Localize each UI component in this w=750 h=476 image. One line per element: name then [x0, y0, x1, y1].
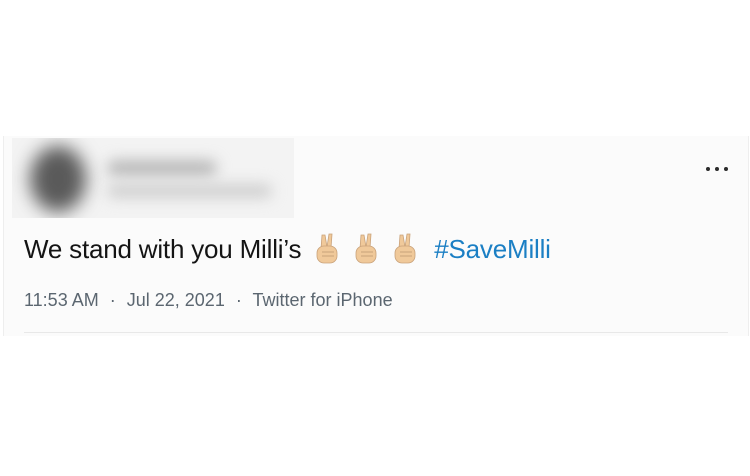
- tweet-text: We stand with you Milli’s #SaveMilli: [24, 232, 551, 266]
- tweet-date[interactable]: Jul 22, 2021: [127, 290, 225, 310]
- blurred-username: [107, 184, 272, 198]
- tweet-source[interactable]: Twitter for iPhone: [253, 290, 393, 310]
- victory-hand-icon: [355, 233, 377, 264]
- avatar: [30, 146, 86, 212]
- tweet-body: We stand with you Milli’s: [24, 233, 302, 264]
- more-options-icon[interactable]: [706, 158, 728, 180]
- more-dot: [715, 167, 719, 171]
- more-dot: [724, 167, 728, 171]
- divider: [24, 332, 728, 333]
- blurred-display-name: [107, 160, 217, 176]
- victory-hand-icon: [394, 233, 416, 264]
- meta-separator: ·: [109, 290, 116, 310]
- victory-hand-icon: [316, 233, 338, 264]
- tweet-card: We stand with you Milli’s #SaveMilli 11:…: [3, 136, 749, 336]
- tweet-time[interactable]: 11:53 AM: [24, 290, 99, 310]
- meta-separator: ·: [235, 290, 242, 310]
- hashtag-link[interactable]: #SaveMilli: [434, 234, 551, 265]
- more-dot: [706, 167, 710, 171]
- emoji-group: [313, 232, 430, 266]
- blurred-user-header: [12, 138, 294, 218]
- tweet-meta: 11:53 AM · Jul 22, 2021 · Twitter for iP…: [24, 290, 393, 311]
